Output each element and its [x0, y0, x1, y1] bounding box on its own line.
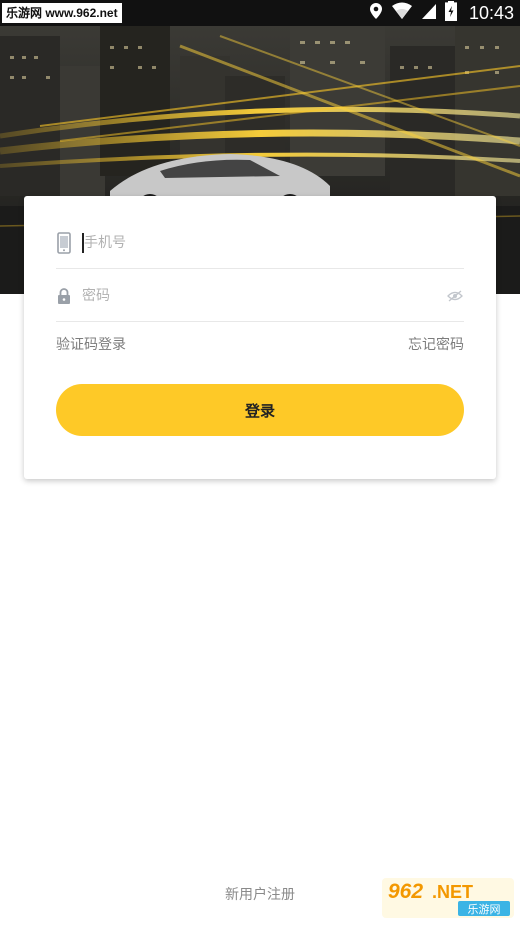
login-screen: 乐游网 www.962.net 10:43 手机号 验证码登录 忘记密码 登录 … [0, 0, 520, 925]
status-icons: 10:43 [369, 0, 514, 26]
password-field-row [56, 270, 464, 322]
login-card: 验证码登录 忘记密码 登录 [24, 196, 496, 479]
battery-charging-icon [444, 1, 458, 25]
location-icon [369, 2, 383, 24]
phone-icon [56, 231, 72, 254]
phone-field-row [56, 217, 464, 269]
watermark-logo: 962 .NET 乐游网 [382, 876, 514, 920]
wifi-icon [391, 2, 413, 24]
auth-links: 验证码登录 忘记密码 [56, 334, 464, 354]
phone-input[interactable] [84, 227, 464, 258]
watermark-badge: 乐游网 www.962.net [2, 3, 122, 23]
eye-off-icon[interactable] [446, 287, 464, 305]
svg-text:962: 962 [388, 880, 423, 903]
clock: 10:43 [468, 2, 514, 23]
lock-icon [56, 285, 72, 307]
svg-text:乐游网: 乐游网 [468, 903, 501, 916]
login-button[interactable]: 登录 [56, 384, 464, 436]
status-bar: 乐游网 www.962.net 10:43 [0, 0, 520, 26]
svg-text:.NET: .NET [432, 882, 473, 902]
signal-icon [421, 2, 437, 24]
password-input[interactable] [82, 280, 446, 311]
sms-code-login-link[interactable]: 验证码登录 [56, 334, 126, 354]
register-link[interactable]: 新用户注册 [225, 887, 295, 903]
forgot-password-link[interactable]: 忘记密码 [408, 334, 464, 354]
